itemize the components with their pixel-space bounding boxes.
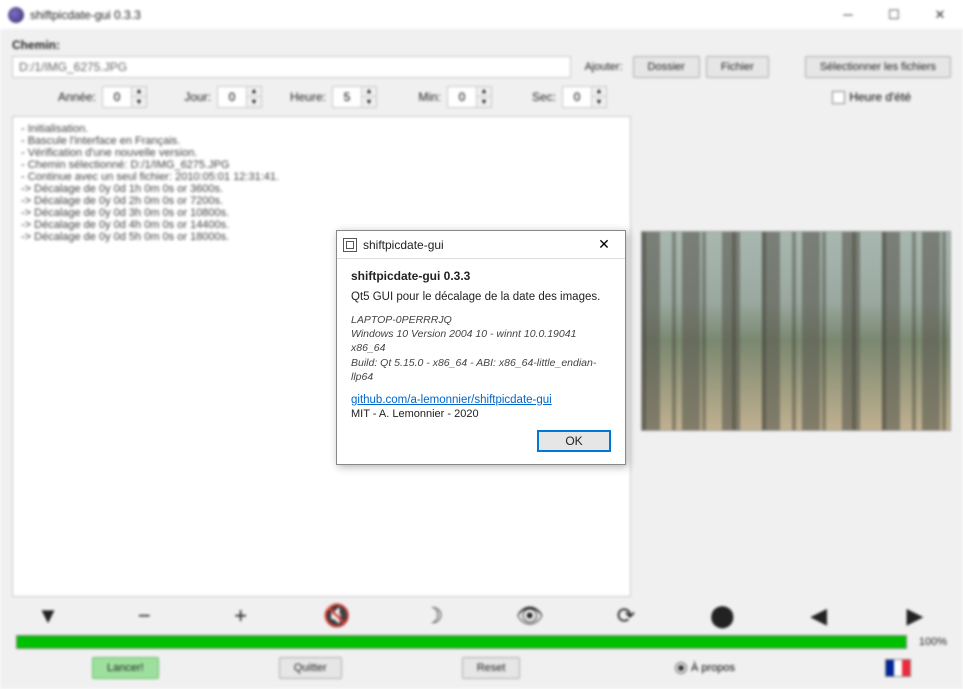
- plus-icon[interactable]: +: [225, 603, 257, 629]
- jour-spinner[interactable]: Jour: 0▲▼: [167, 86, 262, 108]
- minus-icon[interactable]: −: [128, 603, 160, 629]
- path-input[interactable]: [12, 56, 571, 78]
- prev-icon[interactable]: ◀: [803, 603, 835, 629]
- dialog-sys-host: LAPTOP-0PERRRJQ: [351, 313, 611, 327]
- progress-percent: 100%: [911, 636, 947, 648]
- dialog-sys-os: Windows 10 Version 2004 10 - winnt 10.0.…: [351, 327, 611, 355]
- chevron-down-icon[interactable]: ▼: [477, 97, 491, 107]
- maximize-button[interactable]: ☐: [871, 0, 917, 30]
- quitter-button[interactable]: Quitter: [279, 657, 342, 679]
- titlebar: shiftpicdate-gui 0.3.3 ─ ☐ ✕: [0, 0, 963, 30]
- chevron-up-icon[interactable]: ▲: [247, 87, 261, 97]
- apropos-radio[interactable]: À propos: [675, 662, 735, 674]
- about-dialog: shiftpicdate-gui ✕ shiftpicdate-gui 0.3.…: [336, 230, 626, 465]
- dialog-description: Qt5 GUI pour le décalage de la date des …: [351, 291, 611, 303]
- flag-france-icon[interactable]: [885, 659, 911, 677]
- sec-spinner[interactable]: Sec: 0▲▼: [512, 86, 607, 108]
- dialog-ok-button[interactable]: OK: [537, 430, 611, 452]
- chevron-down-icon[interactable]: ▼: [362, 97, 376, 107]
- select-files-button[interactable]: Sélectionner les fichiers: [805, 56, 951, 78]
- chevron-up-icon[interactable]: ▲: [592, 87, 606, 97]
- eye-icon[interactable]: 👁: [514, 603, 546, 629]
- dialog-title: shiftpicdate-gui: [363, 238, 589, 252]
- moon-icon[interactable]: ☽: [417, 603, 449, 629]
- min-spinner[interactable]: Min: 0▲▼: [397, 86, 492, 108]
- chevron-up-icon[interactable]: ▲: [362, 87, 376, 97]
- app-icon: [8, 7, 24, 23]
- progress-bar: [16, 635, 907, 649]
- reset-button[interactable]: Reset: [462, 657, 521, 679]
- dialog-icon: [343, 238, 357, 252]
- stop-icon[interactable]: ⬤: [706, 603, 738, 629]
- chevron-up-icon[interactable]: ▲: [132, 87, 146, 97]
- fichier-button[interactable]: Fichier: [706, 56, 769, 78]
- mute-icon[interactable]: 🔇: [321, 603, 353, 629]
- lancer-button[interactable]: Lancer!: [92, 657, 159, 679]
- window-title: shiftpicdate-gui 0.3.3: [30, 8, 825, 22]
- close-button[interactable]: ✕: [917, 0, 963, 30]
- chevron-up-icon[interactable]: ▲: [477, 87, 491, 97]
- dialog-license: MIT - A. Lemonnier - 2020: [351, 408, 611, 420]
- dialog-sys-build: Build: Qt 5.15.0 - x86_64 - ABI: x86_64-…: [351, 356, 611, 384]
- toolbar: ▼ − + 🔇 ☽ 👁 ⟳ ⬤ ◀ ▶: [12, 597, 951, 635]
- heure-spinner[interactable]: Heure: 5▲▼: [282, 86, 377, 108]
- dialog-close-button[interactable]: ✕: [589, 236, 619, 253]
- refresh-icon[interactable]: ⟳: [610, 603, 642, 629]
- ajouter-label: Ajouter:: [585, 61, 623, 73]
- dialog-link[interactable]: github.com/a-lemonnier/shiftpicdate-gui: [351, 394, 552, 406]
- chevron-down-icon[interactable]: ▼: [247, 97, 261, 107]
- path-label: Chemin:: [12, 38, 951, 52]
- image-preview: [641, 231, 951, 431]
- dossier-button[interactable]: Dossier: [633, 56, 700, 78]
- collapse-icon[interactable]: ▼: [32, 603, 64, 629]
- chevron-down-icon[interactable]: ▼: [592, 97, 606, 107]
- heure-ete-checkbox[interactable]: Heure d'été: [832, 90, 911, 104]
- chevron-down-icon[interactable]: ▼: [132, 97, 146, 107]
- dialog-heading: shiftpicdate-gui 0.3.3: [351, 269, 611, 283]
- annee-spinner[interactable]: Année: 0▲▼: [52, 86, 147, 108]
- next-icon[interactable]: ▶: [899, 603, 931, 629]
- minimize-button[interactable]: ─: [825, 0, 871, 30]
